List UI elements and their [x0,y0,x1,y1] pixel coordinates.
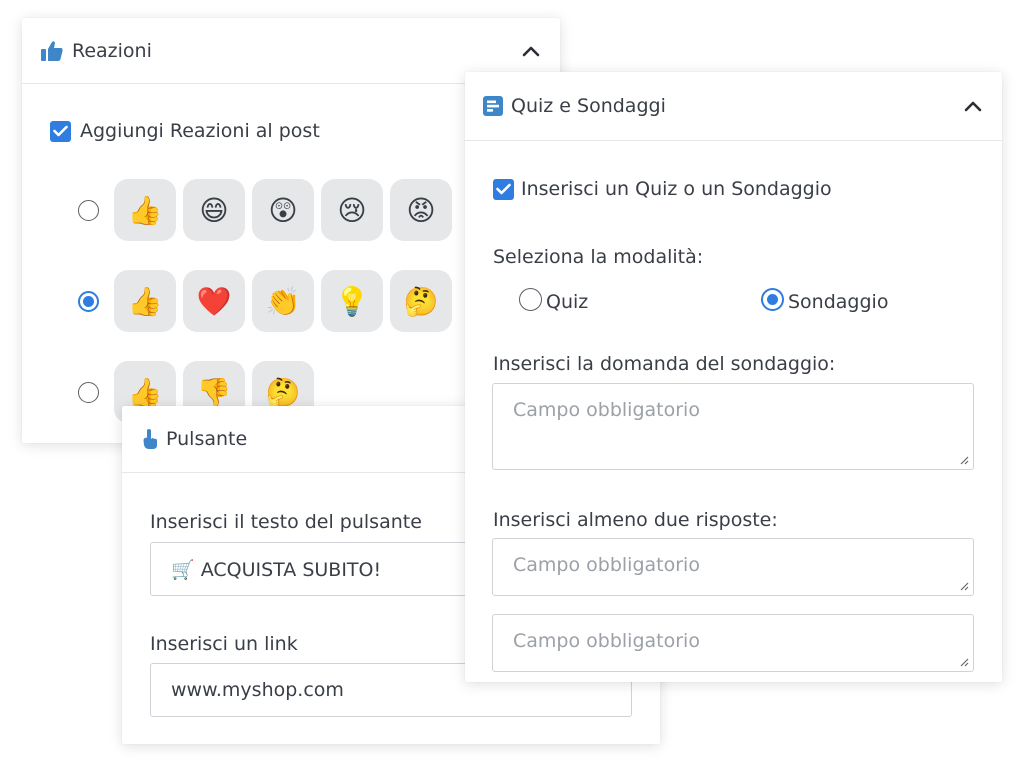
chevron-up-icon[interactable] [520,40,542,62]
insert-quiz-checkbox-row[interactable]: Inserisci un Quiz o un Sondaggio [493,178,832,200]
question-label: Inserisci la domanda del sondaggio: [493,353,836,375]
reactions-title: Reazioni [72,39,152,62]
button-text-label: Inserisci il testo del pulsante [150,511,422,533]
insert-quiz-checkbox[interactable] [493,178,514,200]
emoji-thumbs-up[interactable]: 👍 [114,179,176,241]
emoji-angry[interactable]: 😡 [390,179,452,241]
emoji-thumbs-up[interactable]: 👍 [114,270,176,332]
emoji-grinning[interactable]: 😄 [183,179,245,241]
reaction-set-radio[interactable] [78,381,99,403]
resize-grip-icon[interactable] [959,657,969,667]
answer-textarea-2[interactable]: Campo obbligatorio [492,614,974,672]
emoji-astonished[interactable]: 😲 [252,179,314,241]
mode-radio-quiz[interactable] [519,287,542,311]
add-reactions-label: Aggiungi Reazioni al post [80,120,320,142]
question-placeholder: Campo obbligatorio [513,399,700,421]
resize-grip-icon[interactable] [959,581,969,591]
answer-placeholder: Campo obbligatorio [513,554,700,576]
answer-textarea-1[interactable]: Campo obbligatorio [492,538,974,596]
pointing-hand-icon [142,428,160,450]
emoji-light-bulb[interactable]: 💡 [321,270,383,332]
chevron-up-icon[interactable] [962,95,984,117]
link-label: Inserisci un link [150,633,298,655]
poll-icon [483,96,503,116]
add-reactions-checkbox[interactable] [50,120,71,142]
mode-label: Seleziona la modalità: [493,246,704,268]
quiz-panel: Quiz e Sondaggi Inserisci un Quiz o un S… [465,72,1002,682]
mode-label-quiz: Quiz [546,291,589,313]
quiz-title: Quiz e Sondaggi [511,95,666,117]
mode-option-quiz[interactable]: Quiz [519,285,588,313]
reaction-set-row[interactable]: 👍 ❤️ 👏 💡 🤔 [78,270,452,332]
emoji-thinking[interactable]: 🤔 [390,270,452,332]
mode-label-sondaggio: Sondaggio [788,291,889,313]
emoji-clapping[interactable]: 👏 [252,270,314,332]
question-textarea[interactable]: Campo obbligatorio [492,383,974,470]
answers-label: Inserisci almeno due risposte: [493,509,778,531]
link-value: www.myshop.com [171,679,344,701]
answer-placeholder: Campo obbligatorio [513,630,700,652]
button-panel-title: Pulsante [166,428,248,450]
reaction-set-radio[interactable] [78,199,99,221]
emoji-heart[interactable]: ❤️ [183,270,245,332]
mode-radio-sondaggio[interactable] [761,287,784,311]
add-reactions-checkbox-row[interactable]: Aggiungi Reazioni al post [50,120,320,142]
mode-option-sondaggio[interactable]: Sondaggio [761,285,888,313]
emoji-crying[interactable]: 😢 [321,179,383,241]
reaction-set-row[interactable]: 👍 😄 😲 😢 😡 [78,179,452,241]
insert-quiz-label: Inserisci un Quiz o un Sondaggio [521,178,832,200]
quiz-header[interactable]: Quiz e Sondaggi [465,72,1002,141]
button-text-value: 🛒 ACQUISTA SUBITO! [171,559,382,581]
reaction-set-radio-selected[interactable] [78,290,99,312]
thumbs-up-icon [40,40,64,62]
resize-grip-icon[interactable] [959,455,969,465]
